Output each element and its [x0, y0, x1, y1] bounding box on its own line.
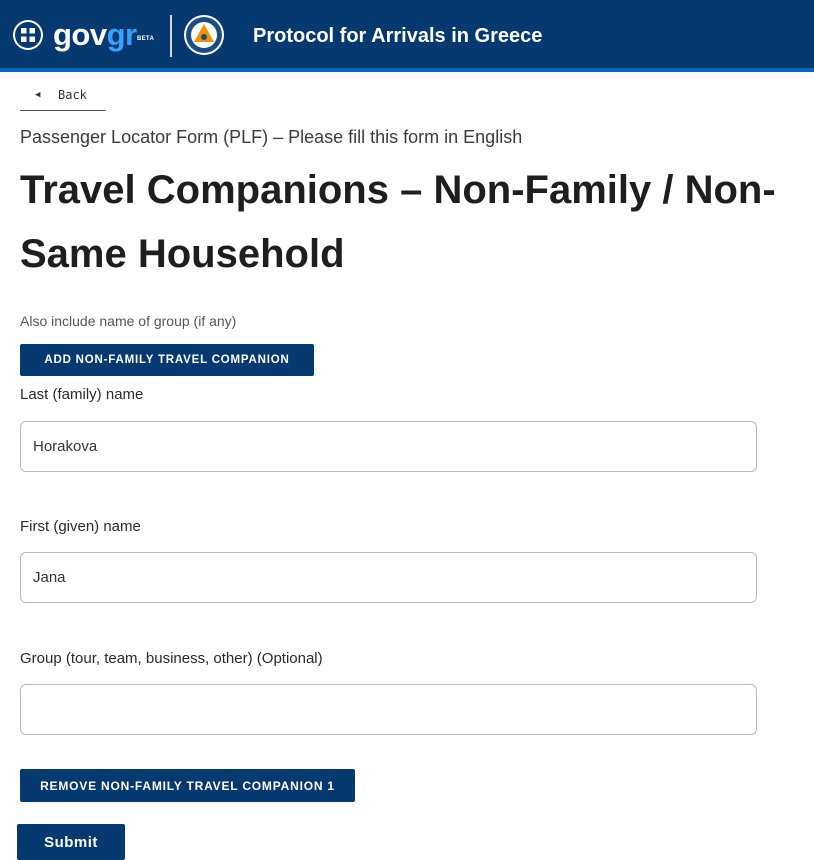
add-companion-button[interactable]: ADD NON-FAMILY TRAVEL COMPANION [20, 344, 314, 376]
civil-protection-logo-icon [184, 15, 224, 55]
last-name-label: Last (family) name [20, 386, 144, 403]
chevron-left-icon: ◀ [35, 90, 41, 100]
group-field[interactable] [20, 684, 757, 735]
back-link[interactable]: ◀ Back [20, 85, 106, 111]
beta-badge: BETA [137, 36, 155, 42]
group-hint: Also include name of group (if any) [20, 313, 237, 329]
first-name-field[interactable] [20, 552, 757, 603]
govgr-logo[interactable]: govgr [53, 17, 137, 53]
first-name-label: First (given) name [20, 518, 141, 535]
header-divider [170, 15, 172, 57]
back-label: Back [58, 88, 87, 102]
page-title-line2: Same Household [20, 232, 345, 276]
header-title: Protocol for Arrivals in Greece [253, 25, 543, 47]
form-subtitle: Passenger Locator Form (PLF) – Please fi… [20, 127, 523, 147]
page-title-line1: Travel Companions – Non-Family / Non- [20, 168, 776, 212]
page-title: Travel Companions – Non-Family / Non- Sa… [20, 158, 814, 286]
remove-companion-button[interactable]: REMOVE NON-FAMILY TRAVEL COMPANION 1 [20, 769, 355, 802]
site-header: govgr BETA Protocol for Arrivals in Gree… [0, 0, 814, 72]
group-label: Group (tour, team, business, other) (Opt… [20, 650, 323, 667]
submit-button[interactable]: Submit [17, 824, 125, 860]
greek-emblem-icon [13, 20, 43, 50]
last-name-field[interactable] [20, 421, 757, 472]
